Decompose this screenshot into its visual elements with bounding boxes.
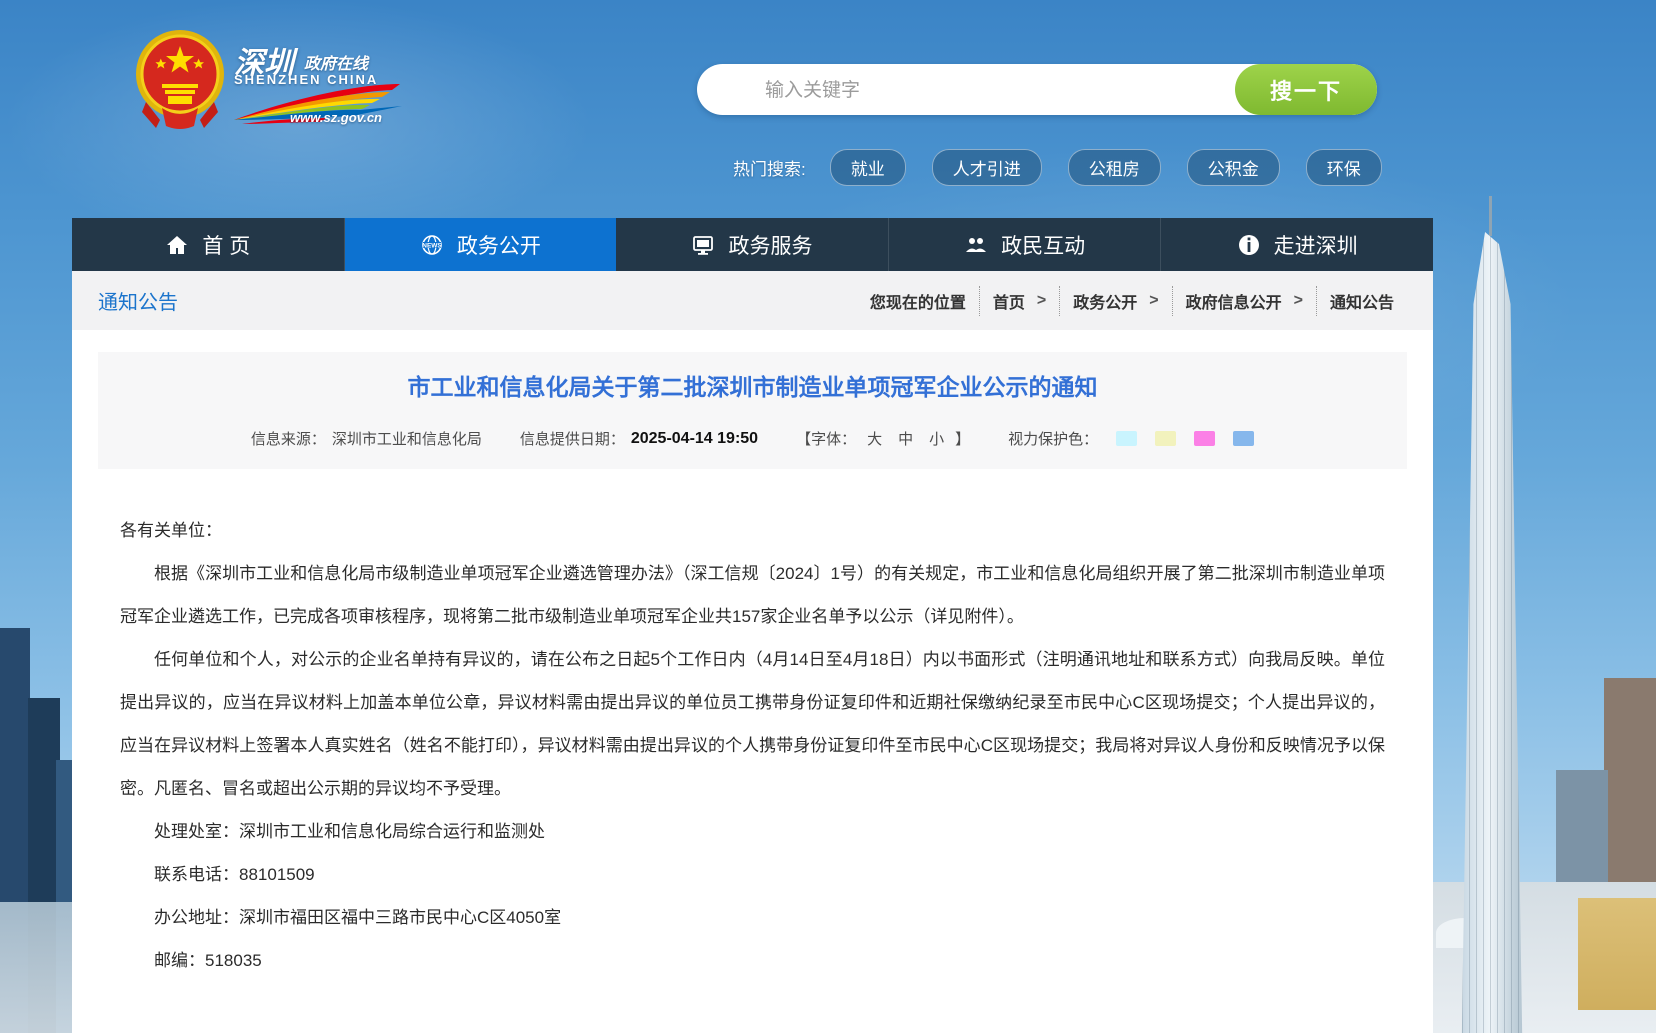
hot-search-item-gongzufang[interactable]: 公租房 bbox=[1068, 149, 1161, 186]
font-size-label-open: 【字体： bbox=[796, 428, 856, 449]
meta-date-label: 信息提供日期： bbox=[520, 428, 625, 449]
breadcrumb-item-gov-open: 政府信息公开 > bbox=[1172, 286, 1316, 316]
contact-line: 联系电话：88101509 bbox=[120, 853, 1385, 896]
breadcrumb-item-home: 首页 > bbox=[979, 286, 1059, 316]
font-size-large[interactable]: 大 bbox=[867, 428, 882, 449]
search-bar: 搜一下 bbox=[697, 64, 1377, 115]
body-paragraph: 任何单位和个人，对公示的企业名单持有异议的，请在公布之日起5个工作日内（4月14… bbox=[120, 638, 1385, 810]
hot-search-item-jiuye[interactable]: 就业 bbox=[830, 149, 906, 186]
page-title: 市工业和信息化局关于第二批深圳市制造业单项冠军企业公示的通知 bbox=[118, 372, 1387, 402]
breadcrumb: 您现在的位置 首页 > 政务公开 > 政府信息公开 > 通知公告 bbox=[857, 286, 1407, 316]
nav-item-label: 走进深圳 bbox=[1274, 230, 1358, 260]
left-building-low bbox=[0, 902, 72, 1033]
right-yellow-structure bbox=[1578, 898, 1656, 1010]
contact-line: 处理处室：深圳市工业和信息化局综合运行和监测处 bbox=[120, 810, 1385, 853]
meta-date: 2025-04-14 19:50 bbox=[631, 430, 758, 448]
site-logo: 深圳 政府在线 SHENZHEN CHINA www.sz.gov.cn bbox=[232, 38, 402, 128]
news-globe-icon: NEWS bbox=[420, 233, 444, 257]
svg-text:NEWS: NEWS bbox=[422, 242, 442, 249]
nav-item-label: 政民互动 bbox=[1001, 230, 1085, 260]
article-meta: 信息来源：深圳市工业和信息化局 信息提供日期：2025-04-14 19:50 … bbox=[118, 428, 1387, 449]
people-icon bbox=[964, 233, 988, 257]
eye-color-swatch-blue[interactable] bbox=[1233, 431, 1254, 446]
salutation: 各有关单位： bbox=[120, 509, 1385, 552]
main-nav: 首 页 NEWS 政务公开 政务服务 政民互动 走进深圳 bbox=[72, 218, 1433, 271]
tower-antenna bbox=[1489, 196, 1492, 236]
breadcrumb-item-notice: 通知公告 bbox=[1316, 286, 1407, 316]
font-size-medium[interactable]: 中 bbox=[898, 428, 913, 449]
breadcrumb-arrow: > bbox=[1037, 292, 1046, 310]
search-button[interactable]: 搜一下 bbox=[1235, 64, 1377, 115]
hot-search-item-huanbao[interactable]: 环保 bbox=[1306, 149, 1382, 186]
nav-item-gov-services[interactable]: 政务服务 bbox=[616, 218, 889, 271]
nav-item-label: 首 页 bbox=[202, 230, 250, 260]
article-panel: 市工业和信息化局关于第二批深圳市制造业单项冠军企业公示的通知 信息来源： 深圳市工… bbox=[72, 330, 1433, 1033]
breadcrumb-location-label: 您现在的位置 bbox=[857, 286, 979, 316]
meta-source: 深圳市工业和信息化局 bbox=[332, 428, 482, 449]
breadcrumb-bar: 通知公告 您现在的位置 首页 > 政务公开 > 政府信息公开 > 通知公告 bbox=[72, 271, 1433, 330]
contact-list: 处理处室：深圳市工业和信息化局综合运行和监测处联系电话：88101509办公地址… bbox=[120, 810, 1385, 982]
breadcrumb-item-gov-info: 政务公开 > bbox=[1059, 286, 1171, 316]
hot-search-item-gongjijin[interactable]: 公积金 bbox=[1187, 149, 1280, 186]
paragraph-list: 根据《深圳市工业和信息化局市级制造业单项冠军企业遴选管理办法》（深工信规〔202… bbox=[120, 552, 1385, 810]
national-emblem bbox=[132, 28, 228, 132]
nav-item-label: 政务服务 bbox=[728, 230, 812, 260]
hot-search-row: 热门搜索: 就业 人才引进 公租房 公积金 环保 bbox=[733, 150, 1408, 184]
breadcrumb-arrow: > bbox=[1294, 292, 1303, 310]
contact-line: 办公地址：深圳市福田区福中三路市民中心C区4050室 bbox=[120, 896, 1385, 939]
search-input[interactable] bbox=[763, 64, 1207, 117]
breadcrumb-arrow: > bbox=[1149, 292, 1158, 310]
info-icon bbox=[1237, 233, 1261, 257]
home-icon bbox=[165, 233, 189, 257]
logo-sub-text: 政府在线 bbox=[304, 50, 368, 74]
contact-line: 邮编：518035 bbox=[120, 939, 1385, 982]
font-size-label-close: 】 bbox=[955, 428, 970, 449]
article-header: 市工业和信息化局关于第二批深圳市制造业单项冠军企业公示的通知 信息来源： 深圳市工… bbox=[98, 352, 1407, 469]
hot-search-label: 热门搜索: bbox=[733, 155, 806, 180]
logo-url-text: www.sz.gov.cn bbox=[290, 110, 382, 125]
body-paragraph: 根据《深圳市工业和信息化局市级制造业单项冠军企业遴选管理办法》（深工信规〔202… bbox=[120, 552, 1385, 638]
section-title[interactable]: 通知公告 bbox=[98, 286, 178, 315]
font-size-small[interactable]: 小 bbox=[929, 428, 944, 449]
eye-color-swatch-pink[interactable] bbox=[1194, 431, 1215, 446]
eye-color-swatch-cyan[interactable] bbox=[1116, 431, 1137, 446]
hot-search-item-rencai[interactable]: 人才引进 bbox=[932, 149, 1042, 186]
meta-source-label: 信息来源： bbox=[251, 428, 326, 449]
eye-protect-label: 视力保护色： bbox=[1008, 428, 1098, 449]
nav-item-about-shenzhen[interactable]: 走进深圳 bbox=[1161, 218, 1433, 271]
nav-item-gov-info[interactable]: NEWS 政务公开 bbox=[345, 218, 617, 271]
nav-item-interaction[interactable]: 政民互动 bbox=[889, 218, 1162, 271]
nav-item-home[interactable]: 首 页 bbox=[72, 218, 345, 271]
eye-color-swatch-yellow[interactable] bbox=[1155, 431, 1176, 446]
monitor-icon bbox=[691, 233, 715, 257]
article-body: 各有关单位： 根据《深圳市工业和信息化局市级制造业单项冠军企业遴选管理办法》（深… bbox=[72, 469, 1433, 982]
nav-item-label: 政务公开 bbox=[457, 230, 541, 260]
